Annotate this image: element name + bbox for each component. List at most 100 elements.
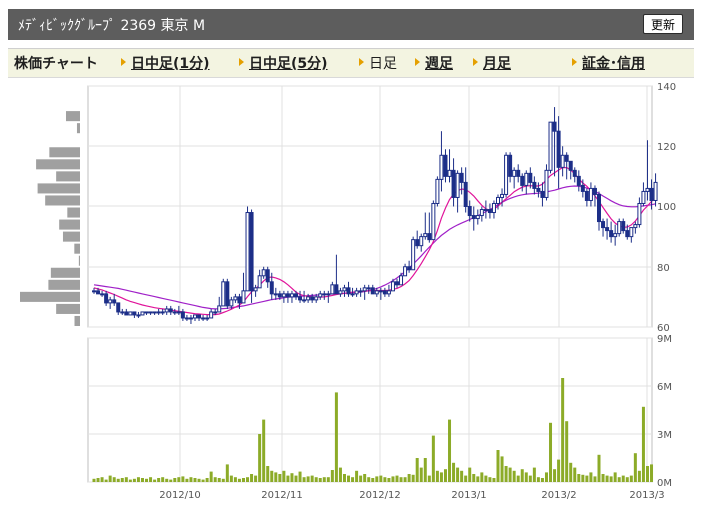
- volume-bar: [322, 477, 326, 482]
- candle-body: [508, 154, 513, 177]
- volume-bar: [468, 467, 472, 482]
- candle-body: [116, 302, 121, 313]
- candle-body: [455, 172, 460, 198]
- volume-bar: [124, 477, 128, 482]
- candle-body: [592, 187, 597, 195]
- candle-body: [298, 296, 303, 301]
- volume-profile-bar: [74, 243, 80, 254]
- volume-bar: [637, 470, 641, 482]
- candle-body: [524, 172, 529, 186]
- volume-bar: [435, 470, 439, 482]
- volume-profile-bar: [37, 183, 80, 194]
- candle-body: [609, 230, 614, 238]
- candle-body: [382, 290, 387, 295]
- volume-bar: [201, 479, 205, 482]
- volume-profile-bar: [36, 159, 80, 170]
- volume-bar: [553, 469, 557, 482]
- candle-body: [641, 190, 646, 204]
- candle-body: [613, 233, 618, 238]
- candle-body: [193, 314, 197, 319]
- candle-body: [629, 227, 634, 238]
- volume-bar: [266, 466, 270, 482]
- candle-body: [617, 221, 622, 235]
- candle-body: [645, 187, 650, 192]
- volume-bar: [387, 478, 391, 482]
- candle-body: [419, 236, 424, 247]
- volume-profile-bar: [49, 147, 80, 158]
- candle-body: [625, 230, 630, 238]
- candle-body: [338, 290, 343, 295]
- volume-bar: [165, 478, 169, 482]
- candle-body: [172, 311, 177, 314]
- volume-bar: [233, 477, 237, 482]
- candle-body: [580, 184, 585, 192]
- volume-bar: [157, 478, 161, 482]
- volume-bar: [298, 471, 302, 482]
- volume-bar: [605, 475, 609, 482]
- candle-body: [128, 311, 133, 316]
- candle-body: [184, 317, 189, 320]
- volume-bar: [621, 475, 625, 482]
- volume-bar: [573, 467, 577, 482]
- volume-bar: [258, 434, 262, 482]
- candle-body: [310, 296, 315, 301]
- volume-bar: [246, 477, 250, 482]
- candle-body: [285, 293, 290, 298]
- candle-body: [104, 293, 109, 304]
- candle-body: [423, 233, 428, 238]
- volume-bar: [585, 475, 589, 482]
- candle-body: [491, 202, 496, 214]
- volume-bar: [456, 467, 460, 482]
- volume-bar: [262, 419, 266, 482]
- volume-bar: [500, 456, 504, 482]
- volume-bar: [476, 476, 480, 482]
- candle-body: [407, 266, 412, 271]
- candle-body: [370, 287, 375, 295]
- candle-body: [221, 281, 226, 307]
- candle-body: [386, 290, 391, 295]
- candle-body: [124, 311, 129, 316]
- volume-bar: [334, 392, 338, 482]
- candle-body: [160, 311, 165, 314]
- candle-body: [330, 284, 335, 295]
- volume-bar: [286, 475, 290, 482]
- candle-body: [168, 308, 173, 313]
- candle-body: [314, 296, 319, 301]
- volume-bar: [92, 478, 96, 482]
- volume-bar: [104, 479, 108, 482]
- candle-body: [451, 169, 456, 198]
- volume-bar: [452, 462, 456, 482]
- volume-bar: [581, 474, 585, 482]
- candle-body: [576, 175, 581, 186]
- volume-bar: [173, 478, 177, 482]
- volume-bar: [221, 478, 225, 482]
- volume-bar: [371, 478, 375, 482]
- volume-bar: [197, 478, 201, 482]
- volume-bar: [423, 458, 427, 482]
- candle-body: [487, 209, 492, 214]
- candle-body: [496, 196, 500, 204]
- volume-bar: [520, 469, 524, 482]
- candle-body: [92, 290, 96, 293]
- candle-body: [584, 190, 589, 201]
- volume-bar: [480, 472, 484, 482]
- candle-body: [281, 293, 286, 298]
- volume-bar: [472, 474, 476, 482]
- candle-body: [96, 290, 101, 295]
- volume-bar: [112, 477, 116, 482]
- volume-bar: [407, 474, 411, 482]
- candle-body: [564, 154, 569, 162]
- volume-bar: [100, 477, 104, 482]
- candle-body: [479, 209, 484, 217]
- date-tick-label: 2013/1: [451, 490, 486, 501]
- volume-bar: [431, 435, 435, 482]
- volume-bar: [302, 477, 306, 482]
- candle-body: [431, 202, 436, 241]
- candle-body: [144, 311, 149, 314]
- volume-bar: [504, 466, 508, 482]
- volume-bar: [367, 477, 371, 482]
- candle-body: [435, 178, 440, 204]
- candle-body: [265, 269, 270, 283]
- volume-bar: [250, 474, 254, 482]
- candle-body: [597, 193, 601, 223]
